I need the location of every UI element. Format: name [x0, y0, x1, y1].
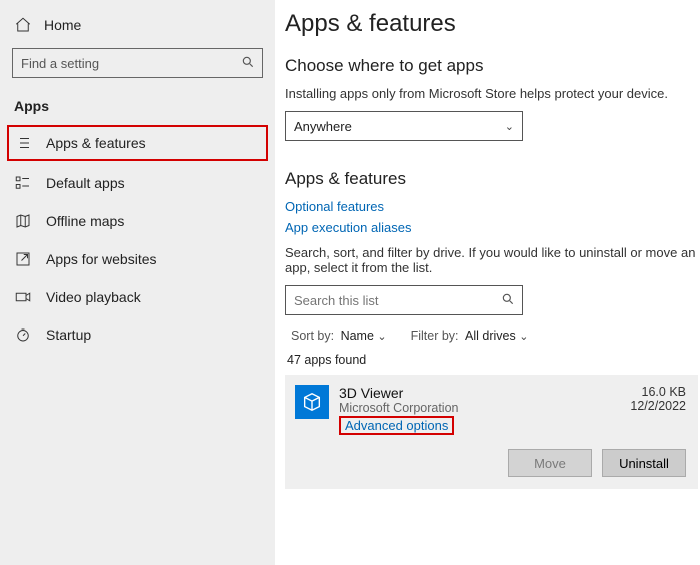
sidebar-item-label: Offline maps: [46, 213, 124, 229]
defaults-icon: [14, 174, 32, 192]
filter-by-dropdown[interactable]: Filter by: All drives ⌄: [411, 329, 529, 343]
app-publisher: Microsoft Corporation: [339, 401, 620, 415]
settings-search-input[interactable]: [13, 56, 234, 71]
settings-search[interactable]: [12, 48, 263, 78]
uninstall-button[interactable]: Uninstall: [602, 449, 686, 477]
app-icon: [295, 385, 329, 419]
sort-label: Sort by:: [291, 329, 334, 343]
chevron-down-icon: ⌄: [377, 331, 386, 343]
search-description: Search, sort, and filter by drive. If yo…: [285, 245, 700, 275]
chevron-down-icon: ⌄: [519, 331, 528, 343]
app-date: 12/2/2022: [630, 399, 686, 413]
sidebar: Home Apps Apps & features Default apps O…: [0, 0, 275, 565]
app-execution-aliases-link[interactable]: App execution aliases: [285, 220, 700, 235]
search-icon: [234, 55, 262, 72]
launch-icon: [14, 250, 32, 268]
home-link[interactable]: Home: [0, 10, 275, 44]
main-content: Apps & features Choose where to get apps…: [275, 0, 700, 565]
video-icon: [14, 288, 32, 306]
sidebar-item-label: Apps & features: [46, 135, 146, 151]
choose-heading: Choose where to get apps: [285, 56, 700, 76]
sidebar-item-offline-maps[interactable]: Offline maps: [0, 202, 275, 240]
app-name: 3D Viewer: [339, 385, 620, 401]
app-count: 47 apps found: [287, 353, 700, 367]
sidebar-item-default-apps[interactable]: Default apps: [0, 164, 275, 202]
sidebar-item-label: Startup: [46, 327, 91, 343]
chevron-down-icon: ⌄: [505, 120, 514, 133]
sidebar-item-label: Apps for websites: [46, 251, 157, 267]
sort-value: Name: [341, 329, 374, 343]
filter-value: All drives: [465, 329, 516, 343]
sidebar-item-label: Video playback: [46, 289, 141, 305]
app-source-value: Anywhere: [294, 119, 352, 134]
choose-description: Installing apps only from Microsoft Stor…: [285, 86, 700, 101]
sidebar-item-apps-for-websites[interactable]: Apps for websites: [0, 240, 275, 278]
sidebar-item-video-playback[interactable]: Video playback: [0, 278, 275, 316]
startup-icon: [14, 326, 32, 344]
app-list-search[interactable]: [285, 285, 523, 315]
app-list-search-input[interactable]: [286, 293, 494, 308]
sidebar-section-title: Apps: [0, 98, 275, 122]
page-title: Apps & features: [285, 10, 700, 38]
app-source-dropdown[interactable]: Anywhere ⌄: [285, 111, 523, 141]
move-button[interactable]: Move: [508, 449, 592, 477]
sort-by-dropdown[interactable]: Sort by: Name ⌄: [291, 329, 387, 343]
sidebar-item-label: Default apps: [46, 175, 125, 191]
sidebar-item-apps-features[interactable]: Apps & features: [6, 124, 269, 162]
map-icon: [14, 212, 32, 230]
sidebar-item-startup[interactable]: Startup: [0, 316, 275, 354]
app-size: 16.0 KB: [630, 385, 686, 399]
filter-label: Filter by:: [411, 329, 459, 343]
home-label: Home: [44, 17, 81, 33]
home-icon: [14, 16, 32, 34]
app-list-item[interactable]: 3D Viewer Microsoft Corporation Advanced…: [285, 375, 698, 489]
apps-features-heading: Apps & features: [285, 169, 700, 189]
list-icon: [14, 134, 32, 152]
optional-features-link[interactable]: Optional features: [285, 199, 700, 214]
search-icon: [494, 292, 522, 309]
advanced-options-link[interactable]: Advanced options: [339, 416, 454, 435]
